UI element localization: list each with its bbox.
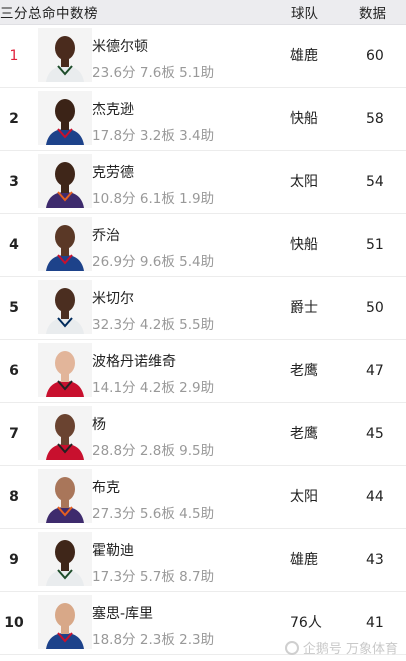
player-avatar[interactable] bbox=[38, 280, 92, 334]
watermark-text: 企鹅号 万象体育 bbox=[302, 642, 398, 657]
leaderboard-list: 1 米德尔顿 23.6分 7.6板 5.1助 雄鹿 60 2 杰克逊 17.8分… bbox=[0, 25, 406, 655]
stat-value: 54 bbox=[366, 174, 384, 190]
player-stats: 17.8分 3.2板 3.4助 bbox=[92, 128, 215, 144]
stat-value: 58 bbox=[366, 111, 384, 127]
team-name: 快船 bbox=[290, 237, 318, 253]
player-avatar[interactable] bbox=[38, 595, 92, 649]
player-row[interactable]: 2 杰克逊 17.8分 3.2板 3.4助 快船 58 bbox=[0, 88, 406, 151]
watermark: 企鹅号 万象体育 bbox=[284, 638, 398, 657]
player-name[interactable]: 米切尔 bbox=[92, 288, 134, 308]
player-name[interactable]: 塞思-库里 bbox=[92, 603, 153, 623]
stat-value: 45 bbox=[366, 426, 384, 442]
rank-number: 9 bbox=[9, 552, 19, 568]
rank-number: 1 bbox=[9, 48, 19, 64]
player-name[interactable]: 杨 bbox=[92, 414, 106, 434]
player-name[interactable]: 波格丹诺维奇 bbox=[92, 351, 176, 371]
rank-number: 4 bbox=[9, 237, 19, 253]
player-avatar[interactable] bbox=[38, 154, 92, 208]
rank-number: 5 bbox=[9, 300, 19, 316]
player-stats: 27.3分 5.6板 4.5助 bbox=[92, 506, 215, 522]
stat-value: 60 bbox=[366, 48, 384, 64]
player-avatar[interactable] bbox=[38, 532, 92, 586]
rank-number: 3 bbox=[9, 174, 19, 190]
player-name[interactable]: 克劳德 bbox=[92, 162, 134, 182]
player-stats: 23.6分 7.6板 5.1助 bbox=[92, 65, 215, 81]
player-stats: 18.8分 2.3板 2.3助 bbox=[92, 632, 215, 648]
team-name: 老鹰 bbox=[290, 363, 318, 379]
rank-number: 6 bbox=[9, 363, 19, 379]
player-name[interactable]: 布克 bbox=[92, 477, 120, 497]
player-stats: 32.3分 4.2板 5.5助 bbox=[92, 317, 215, 333]
player-row[interactable]: 7 杨 28.8分 2.8板 9.5助 老鹰 45 bbox=[0, 403, 406, 466]
player-avatar[interactable] bbox=[38, 343, 92, 397]
stat-value: 43 bbox=[366, 552, 384, 568]
player-avatar[interactable] bbox=[38, 91, 92, 145]
rank-number: 10 bbox=[4, 615, 24, 631]
team-name: 老鹰 bbox=[290, 426, 318, 442]
player-row[interactable]: 1 米德尔顿 23.6分 7.6板 5.1助 雄鹿 60 bbox=[0, 25, 406, 88]
player-avatar[interactable] bbox=[38, 469, 92, 523]
player-stats: 17.3分 5.7板 8.7助 bbox=[92, 569, 215, 585]
team-name: 太阳 bbox=[290, 489, 318, 505]
player-row[interactable]: 8 布克 27.3分 5.6板 4.5助 太阳 44 bbox=[0, 466, 406, 529]
player-stats: 14.1分 4.2板 2.9助 bbox=[92, 380, 215, 396]
penguin-logo-icon bbox=[284, 640, 299, 655]
player-avatar[interactable] bbox=[38, 406, 92, 460]
player-name[interactable]: 霍勒迪 bbox=[92, 540, 134, 560]
player-avatar[interactable] bbox=[38, 28, 92, 82]
team-column-header[interactable]: 球队 bbox=[291, 2, 318, 22]
player-row[interactable]: 4 乔治 26.9分 9.6板 5.4助 快船 51 bbox=[0, 214, 406, 277]
team-name: 快船 bbox=[290, 111, 318, 127]
player-row[interactable]: 5 米切尔 32.3分 4.2板 5.5助 爵士 50 bbox=[0, 277, 406, 340]
player-stats: 26.9分 9.6板 5.4助 bbox=[92, 254, 215, 270]
team-name: 雄鹿 bbox=[290, 48, 318, 64]
team-name: 太阳 bbox=[290, 174, 318, 190]
stat-value: 47 bbox=[366, 363, 384, 379]
player-row[interactable]: 9 霍勒迪 17.3分 5.7板 8.7助 雄鹿 43 bbox=[0, 529, 406, 592]
stat-value: 51 bbox=[366, 237, 384, 253]
value-column-header[interactable]: 数据 bbox=[359, 2, 386, 22]
player-row[interactable]: 6 波格丹诺维奇 14.1分 4.2板 2.9助 老鹰 47 bbox=[0, 340, 406, 403]
player-name[interactable]: 杰克逊 bbox=[92, 99, 134, 119]
rank-number: 2 bbox=[9, 111, 19, 127]
player-row[interactable]: 3 克劳德 10.8分 6.1板 1.9助 太阳 54 bbox=[0, 151, 406, 214]
rank-number: 7 bbox=[9, 426, 19, 442]
team-name: 爵士 bbox=[290, 300, 318, 316]
rank-number: 8 bbox=[9, 489, 19, 505]
table-header: 三分总命中数榜 球队 数据 bbox=[0, 0, 406, 25]
team-name: 雄鹿 bbox=[290, 552, 318, 568]
player-stats: 10.8分 6.1板 1.9助 bbox=[92, 191, 215, 207]
player-stats: 28.8分 2.8板 9.5助 bbox=[92, 443, 215, 459]
page-title: 三分总命中数榜 bbox=[0, 6, 98, 22]
player-name[interactable]: 乔治 bbox=[92, 225, 120, 245]
stat-value: 50 bbox=[366, 300, 384, 316]
player-avatar[interactable] bbox=[38, 217, 92, 271]
stat-value: 44 bbox=[366, 489, 384, 505]
player-name[interactable]: 米德尔顿 bbox=[92, 36, 148, 56]
